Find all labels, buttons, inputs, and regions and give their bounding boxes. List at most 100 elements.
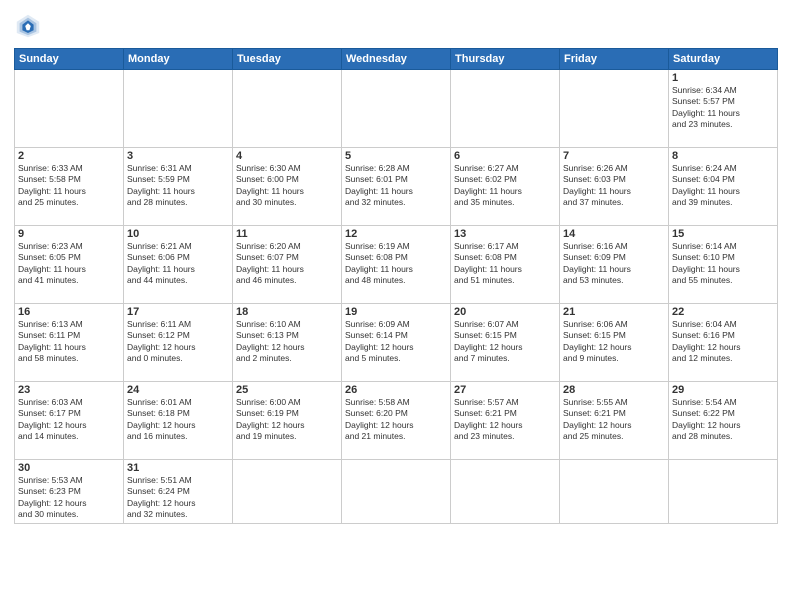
- calendar-cell: 12Sunrise: 6:19 AM Sunset: 6:08 PM Dayli…: [342, 226, 451, 304]
- day-info: Sunrise: 6:17 AM Sunset: 6:08 PM Dayligh…: [454, 241, 556, 287]
- calendar-cell: 30Sunrise: 5:53 AM Sunset: 6:23 PM Dayli…: [15, 460, 124, 524]
- day-info: Sunrise: 6:10 AM Sunset: 6:13 PM Dayligh…: [236, 319, 338, 365]
- day-info: Sunrise: 6:34 AM Sunset: 5:57 PM Dayligh…: [672, 85, 774, 131]
- day-number: 23: [18, 384, 120, 396]
- day-number: 30: [18, 462, 120, 474]
- day-number: 25: [236, 384, 338, 396]
- calendar-cell: 25Sunrise: 6:00 AM Sunset: 6:19 PM Dayli…: [233, 382, 342, 460]
- day-number: 4: [236, 150, 338, 162]
- day-info: Sunrise: 6:19 AM Sunset: 6:08 PM Dayligh…: [345, 241, 447, 287]
- calendar-cell: 4Sunrise: 6:30 AM Sunset: 6:00 PM Daylig…: [233, 148, 342, 226]
- calendar-cell: 16Sunrise: 6:13 AM Sunset: 6:11 PM Dayli…: [15, 304, 124, 382]
- calendar-cell: 17Sunrise: 6:11 AM Sunset: 6:12 PM Dayli…: [124, 304, 233, 382]
- header: [14, 12, 778, 40]
- day-number: 13: [454, 228, 556, 240]
- day-info: Sunrise: 6:03 AM Sunset: 6:17 PM Dayligh…: [18, 397, 120, 443]
- calendar-cell: 9Sunrise: 6:23 AM Sunset: 6:05 PM Daylig…: [15, 226, 124, 304]
- calendar-cell: 31Sunrise: 5:51 AM Sunset: 6:24 PM Dayli…: [124, 460, 233, 524]
- day-info: Sunrise: 6:33 AM Sunset: 5:58 PM Dayligh…: [18, 163, 120, 209]
- day-number: 24: [127, 384, 229, 396]
- day-number: 26: [345, 384, 447, 396]
- day-info: Sunrise: 6:16 AM Sunset: 6:09 PM Dayligh…: [563, 241, 665, 287]
- calendar-week-row: 30Sunrise: 5:53 AM Sunset: 6:23 PM Dayli…: [15, 460, 778, 524]
- calendar-cell: [451, 460, 560, 524]
- calendar-cell: 3Sunrise: 6:31 AM Sunset: 5:59 PM Daylig…: [124, 148, 233, 226]
- day-info: Sunrise: 6:23 AM Sunset: 6:05 PM Dayligh…: [18, 241, 120, 287]
- calendar-cell: 10Sunrise: 6:21 AM Sunset: 6:06 PM Dayli…: [124, 226, 233, 304]
- day-info: Sunrise: 5:53 AM Sunset: 6:23 PM Dayligh…: [18, 475, 120, 521]
- day-info: Sunrise: 6:21 AM Sunset: 6:06 PM Dayligh…: [127, 241, 229, 287]
- day-number: 20: [454, 306, 556, 318]
- calendar-cell: 11Sunrise: 6:20 AM Sunset: 6:07 PM Dayli…: [233, 226, 342, 304]
- calendar-cell: 1Sunrise: 6:34 AM Sunset: 5:57 PM Daylig…: [669, 70, 778, 148]
- day-info: Sunrise: 6:26 AM Sunset: 6:03 PM Dayligh…: [563, 163, 665, 209]
- calendar-cell: [560, 70, 669, 148]
- calendar-cell: 18Sunrise: 6:10 AM Sunset: 6:13 PM Dayli…: [233, 304, 342, 382]
- calendar-table: SundayMondayTuesdayWednesdayThursdayFrid…: [14, 48, 778, 524]
- day-number: 18: [236, 306, 338, 318]
- day-number: 3: [127, 150, 229, 162]
- calendar-cell: [233, 70, 342, 148]
- day-info: Sunrise: 6:30 AM Sunset: 6:00 PM Dayligh…: [236, 163, 338, 209]
- day-number: 19: [345, 306, 447, 318]
- calendar-cell: 13Sunrise: 6:17 AM Sunset: 6:08 PM Dayli…: [451, 226, 560, 304]
- logo: [14, 12, 46, 40]
- calendar-cell: 27Sunrise: 5:57 AM Sunset: 6:21 PM Dayli…: [451, 382, 560, 460]
- calendar-cell: 21Sunrise: 6:06 AM Sunset: 6:15 PM Dayli…: [560, 304, 669, 382]
- day-info: Sunrise: 5:54 AM Sunset: 6:22 PM Dayligh…: [672, 397, 774, 443]
- calendar-day-header: Friday: [560, 49, 669, 70]
- day-number: 29: [672, 384, 774, 396]
- calendar-week-row: 16Sunrise: 6:13 AM Sunset: 6:11 PM Dayli…: [15, 304, 778, 382]
- calendar-header-row: SundayMondayTuesdayWednesdayThursdayFrid…: [15, 49, 778, 70]
- day-info: Sunrise: 6:07 AM Sunset: 6:15 PM Dayligh…: [454, 319, 556, 365]
- calendar-cell: 28Sunrise: 5:55 AM Sunset: 6:21 PM Dayli…: [560, 382, 669, 460]
- calendar-cell: 15Sunrise: 6:14 AM Sunset: 6:10 PM Dayli…: [669, 226, 778, 304]
- day-number: 17: [127, 306, 229, 318]
- calendar-day-header: Thursday: [451, 49, 560, 70]
- day-info: Sunrise: 5:58 AM Sunset: 6:20 PM Dayligh…: [345, 397, 447, 443]
- calendar-day-header: Sunday: [15, 49, 124, 70]
- day-info: Sunrise: 6:01 AM Sunset: 6:18 PM Dayligh…: [127, 397, 229, 443]
- calendar-week-row: 9Sunrise: 6:23 AM Sunset: 6:05 PM Daylig…: [15, 226, 778, 304]
- day-info: Sunrise: 6:28 AM Sunset: 6:01 PM Dayligh…: [345, 163, 447, 209]
- calendar-cell: 23Sunrise: 6:03 AM Sunset: 6:17 PM Dayli…: [15, 382, 124, 460]
- day-number: 31: [127, 462, 229, 474]
- day-number: 28: [563, 384, 665, 396]
- day-info: Sunrise: 6:11 AM Sunset: 6:12 PM Dayligh…: [127, 319, 229, 365]
- day-info: Sunrise: 5:55 AM Sunset: 6:21 PM Dayligh…: [563, 397, 665, 443]
- day-number: 16: [18, 306, 120, 318]
- day-number: 15: [672, 228, 774, 240]
- page: SundayMondayTuesdayWednesdayThursdayFrid…: [0, 0, 792, 612]
- calendar-cell: [669, 460, 778, 524]
- calendar-cell: [233, 460, 342, 524]
- day-info: Sunrise: 6:27 AM Sunset: 6:02 PM Dayligh…: [454, 163, 556, 209]
- day-info: Sunrise: 5:51 AM Sunset: 6:24 PM Dayligh…: [127, 475, 229, 521]
- day-info: Sunrise: 6:24 AM Sunset: 6:04 PM Dayligh…: [672, 163, 774, 209]
- calendar-cell: 7Sunrise: 6:26 AM Sunset: 6:03 PM Daylig…: [560, 148, 669, 226]
- day-number: 14: [563, 228, 665, 240]
- calendar-cell: 14Sunrise: 6:16 AM Sunset: 6:09 PM Dayli…: [560, 226, 669, 304]
- day-info: Sunrise: 5:57 AM Sunset: 6:21 PM Dayligh…: [454, 397, 556, 443]
- calendar-cell: [451, 70, 560, 148]
- day-number: 5: [345, 150, 447, 162]
- calendar-cell: 20Sunrise: 6:07 AM Sunset: 6:15 PM Dayli…: [451, 304, 560, 382]
- calendar-cell: 2Sunrise: 6:33 AM Sunset: 5:58 PM Daylig…: [15, 148, 124, 226]
- calendar-cell: [124, 70, 233, 148]
- day-number: 10: [127, 228, 229, 240]
- day-number: 21: [563, 306, 665, 318]
- day-info: Sunrise: 6:04 AM Sunset: 6:16 PM Dayligh…: [672, 319, 774, 365]
- calendar-cell: [342, 460, 451, 524]
- calendar-cell: 8Sunrise: 6:24 AM Sunset: 6:04 PM Daylig…: [669, 148, 778, 226]
- day-info: Sunrise: 6:00 AM Sunset: 6:19 PM Dayligh…: [236, 397, 338, 443]
- calendar-cell: [342, 70, 451, 148]
- day-number: 22: [672, 306, 774, 318]
- day-number: 27: [454, 384, 556, 396]
- day-info: Sunrise: 6:09 AM Sunset: 6:14 PM Dayligh…: [345, 319, 447, 365]
- calendar-cell: 19Sunrise: 6:09 AM Sunset: 6:14 PM Dayli…: [342, 304, 451, 382]
- day-info: Sunrise: 6:31 AM Sunset: 5:59 PM Dayligh…: [127, 163, 229, 209]
- day-number: 12: [345, 228, 447, 240]
- calendar-cell: 6Sunrise: 6:27 AM Sunset: 6:02 PM Daylig…: [451, 148, 560, 226]
- day-number: 2: [18, 150, 120, 162]
- calendar-day-header: Tuesday: [233, 49, 342, 70]
- day-number: 8: [672, 150, 774, 162]
